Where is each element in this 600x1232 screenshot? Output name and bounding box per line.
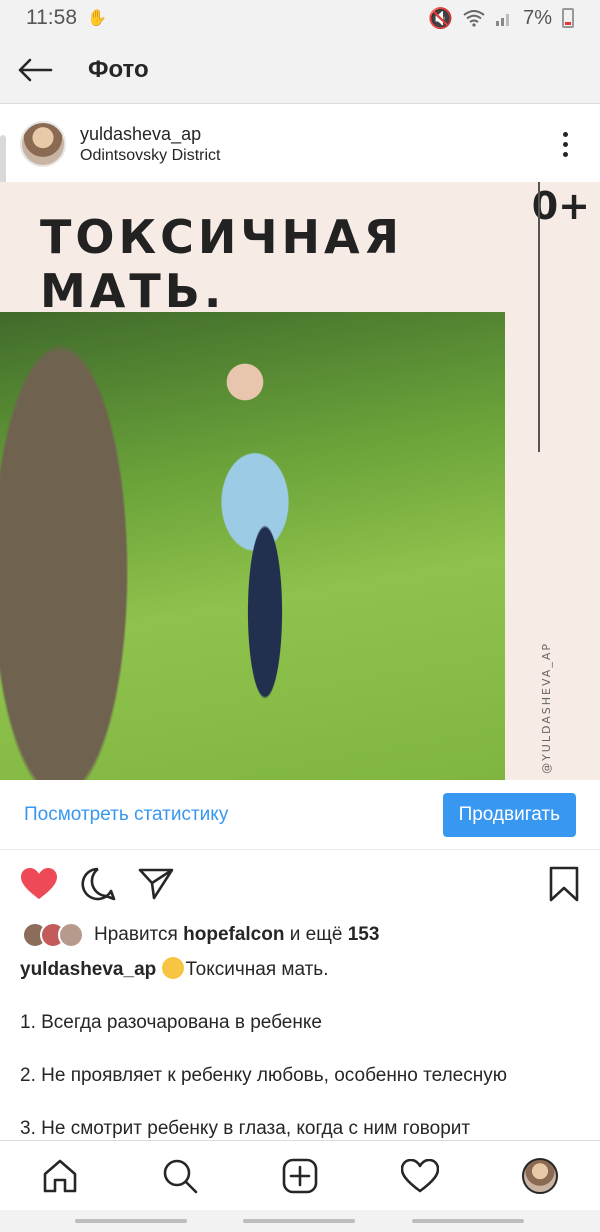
likes-prefix: Нравится (94, 924, 178, 945)
profile-avatar (522, 1157, 558, 1194)
insights-row: Посмотреть статистику Продвигать (0, 780, 600, 850)
photo (0, 312, 505, 780)
likes-user[interactable]: hopefalcon (183, 924, 284, 946)
image-watermark: @YULDASHEVA_AP (540, 642, 553, 774)
post-image[interactable]: ТОКСИЧНАЯ МАТЬ. 0+ @YULDASHEVA_AP (0, 182, 600, 780)
status-time: 11:58 (26, 6, 77, 29)
post-actions (0, 856, 600, 912)
caption-text: Токсичная мать. (185, 959, 329, 980)
caption-username[interactable]: yuldasheva_ap (20, 959, 156, 980)
page-title: Фото (88, 55, 149, 83)
add-post-icon (282, 1158, 318, 1193)
image-headline: ТОКСИЧНАЯ МАТЬ. (40, 210, 404, 318)
avatar (58, 922, 84, 948)
caption-item: 3. Не смотрит ребенку в глаза, когда с н… (20, 1118, 471, 1139)
more-dot-icon (562, 141, 568, 147)
comment-icon[interactable] (80, 866, 116, 902)
likes-row[interactable]: Нравится hopefalcon и ещё 153 (22, 920, 379, 950)
nav-profile[interactable] (510, 1146, 570, 1206)
back-arrow-icon (18, 58, 53, 81)
share-icon[interactable] (138, 867, 174, 901)
avatar[interactable] (20, 121, 66, 167)
heart-outline-icon (401, 1158, 439, 1192)
home-icon (43, 1159, 77, 1192)
back-button[interactable] (0, 36, 70, 104)
post-user-info: yuldasheva_ap Odintsovsky District (80, 124, 220, 165)
post-username[interactable]: yuldasheva_ap (80, 124, 220, 145)
gesture-hint (243, 1219, 355, 1223)
mute-icon: 🔇 (428, 7, 454, 30)
status-bar: 11:58 ✋ 🔇 7% (0, 0, 600, 36)
notification-icon: ✋ (87, 10, 107, 27)
post-location[interactable]: Odintsovsky District (80, 147, 220, 165)
more-dot-icon (562, 151, 568, 157)
image-divider (538, 182, 540, 452)
post-header: yuldasheva_ap Odintsovsky District (0, 106, 600, 182)
bookmark-icon[interactable] (548, 866, 580, 902)
battery-icon (562, 8, 574, 28)
bottom-nav (0, 1140, 600, 1210)
caption-item: 1. Всегда разочарована в ребенке (20, 1012, 322, 1033)
app-header: Фото (0, 36, 600, 104)
caption-item: 2. Не проявляет к ребенку любовь, особен… (20, 1065, 507, 1086)
view-insights-link[interactable]: Посмотреть статистику (24, 804, 228, 826)
status-right: 🔇 7% (428, 6, 574, 31)
gesture-hint (75, 1219, 187, 1223)
signal-icon (496, 14, 510, 26)
likes-middle: и ещё (289, 924, 343, 945)
battery-text: 7% (523, 6, 552, 29)
smiley-emoji-icon (161, 957, 184, 979)
age-rating: 0+ (531, 184, 590, 228)
wifi-icon (463, 10, 485, 27)
likes-count[interactable]: 153 (348, 924, 380, 946)
nav-activity[interactable] (390, 1146, 450, 1206)
gesture-hint (412, 1219, 524, 1223)
caption-first-line: yuldasheva_ap Токсичная мать. (20, 956, 580, 983)
more-options-button[interactable] (530, 106, 600, 182)
gesture-bar (0, 1210, 600, 1232)
nav-new-post[interactable] (270, 1146, 330, 1206)
nav-home[interactable] (30, 1146, 90, 1206)
post-caption: yuldasheva_ap Токсичная мать. 1. Всегда … (20, 956, 580, 1168)
like-heart-icon[interactable] (20, 867, 58, 901)
more-dot-icon (562, 131, 568, 137)
nav-search[interactable] (150, 1146, 210, 1206)
search-icon (163, 1159, 198, 1193)
promote-button[interactable]: Продвигать (442, 792, 576, 837)
liker-avatars (22, 922, 84, 948)
